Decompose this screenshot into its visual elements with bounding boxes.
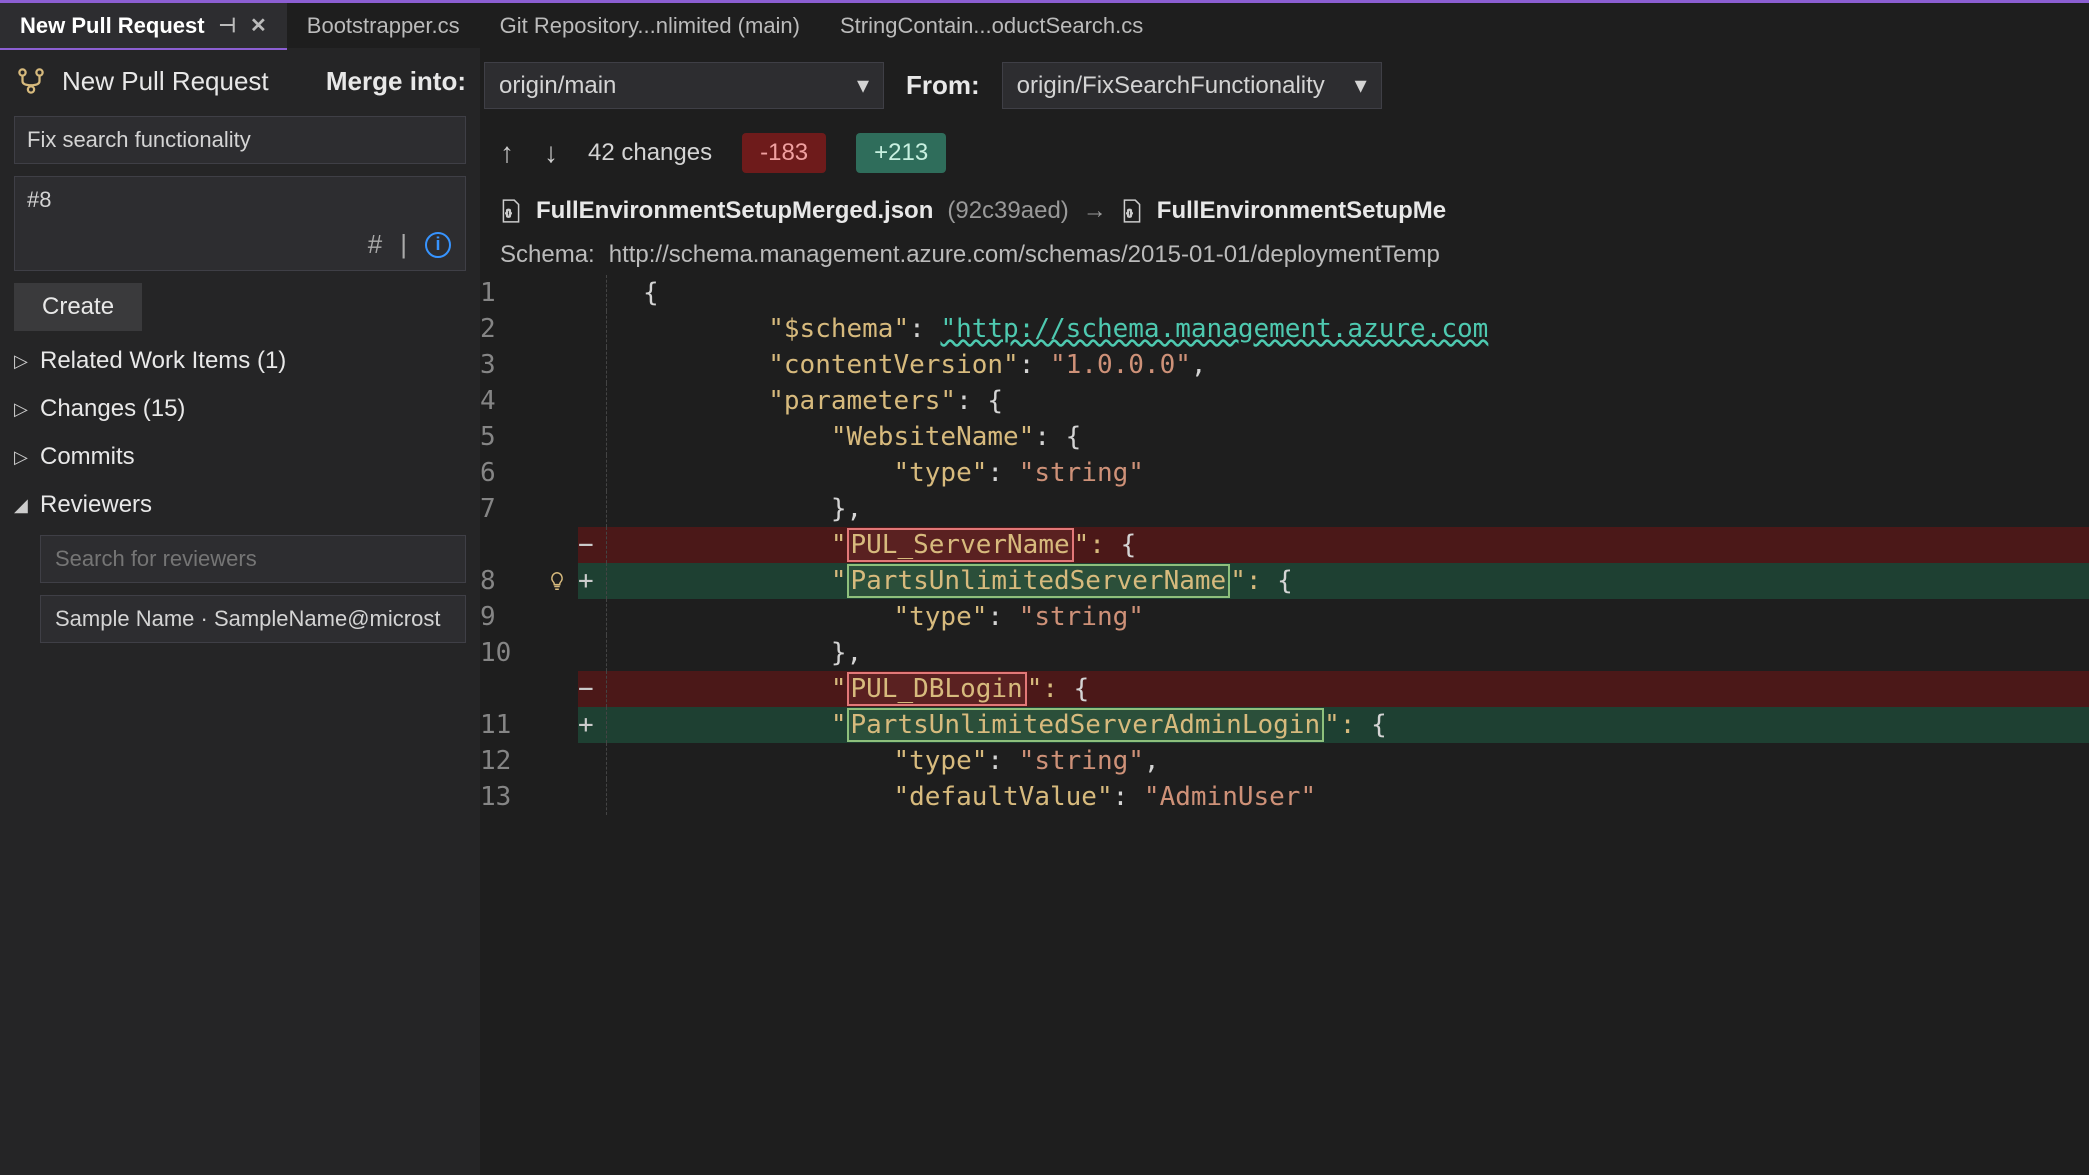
tree-changes[interactable]: ▷ Changes (15) [14, 391, 466, 427]
panel-title: New Pull Request [62, 66, 269, 97]
deletions-pill: -183 [742, 133, 826, 173]
chevron-down-icon: ▾ [1355, 71, 1367, 100]
chevron-down-icon: ▾ [857, 71, 869, 100]
tab-bar: New Pull Request ⊣ ✕ Bootstrapper.cs Git… [0, 0, 2089, 48]
json-file-icon: {} [1121, 198, 1143, 224]
merge-into-label: Merge into: [326, 66, 466, 97]
code-line[interactable]: }, [606, 491, 2089, 527]
pr-title-input[interactable] [14, 116, 466, 164]
diff-panel: origin/main ▾ From: origin/FixSearchFunc… [480, 48, 2089, 1175]
tree-related-work-items[interactable]: ▷ Related Work Items (1) [14, 343, 466, 379]
close-icon[interactable]: ✕ [250, 13, 267, 38]
from-value: origin/FixSearchFunctionality [1017, 72, 1325, 100]
code-line[interactable]: "contentVersion": "1.0.0.0", [606, 347, 2089, 383]
tree-label: Related Work Items (1) [40, 347, 286, 375]
chevron-down-icon: ◢ [14, 495, 32, 516]
schema-value[interactable]: http://schema.management.azure.com/schem… [609, 241, 1440, 269]
diff-editor[interactable]: 12345678910111213−+−+{ "$schema": "http:… [480, 275, 2089, 1175]
pr-icon [14, 64, 48, 98]
merge-into-dropdown[interactable]: origin/main ▾ [484, 62, 884, 109]
pr-description-box[interactable]: #8 # | i [14, 176, 466, 271]
tree-commits[interactable]: ▷ Commits [14, 439, 466, 475]
tab-bootstrapper[interactable]: Bootstrapper.cs [287, 3, 480, 48]
tab-new-pull-request[interactable]: New Pull Request ⊣ ✕ [0, 3, 287, 48]
from-label: From: [906, 70, 980, 101]
changes-count: 42 changes [588, 139, 712, 167]
file-left-name: FullEnvironmentSetupMerged.json [536, 197, 933, 225]
tree-reviewers[interactable]: ◢ Reviewers [14, 487, 466, 523]
prev-change-button[interactable]: ↑ [500, 137, 514, 169]
code-line[interactable]: "type": "string", [606, 743, 2089, 779]
code-line[interactable]: "defaultValue": "AdminUser" [606, 779, 2089, 815]
reviewer-search-input[interactable] [40, 535, 466, 583]
code-line[interactable]: "PUL_DBLogin": { [606, 671, 2089, 707]
create-button[interactable]: Create [14, 283, 142, 331]
tab-label: New Pull Request [20, 13, 205, 39]
code-line[interactable]: "parameters": { [606, 383, 2089, 419]
schema-label: Schema: [500, 241, 595, 269]
svg-text:{}: {} [1126, 207, 1132, 217]
tab-label: Bootstrapper.cs [307, 13, 460, 39]
additions-pill: +213 [856, 133, 946, 173]
svg-text:{}: {} [506, 207, 512, 217]
code-line[interactable]: "PartsUnlimitedServerName": { [606, 563, 2089, 599]
from-dropdown[interactable]: origin/FixSearchFunctionality ▾ [1002, 62, 1382, 109]
reviewer-item[interactable]: Sample Name · SampleName@microst [40, 595, 466, 643]
pin-icon[interactable]: ⊣ [219, 13, 236, 38]
code-line[interactable]: "type": "string" [606, 599, 2089, 635]
tree-label: Reviewers [40, 491, 152, 519]
json-file-icon: {} [500, 198, 522, 224]
tab-stringcontain[interactable]: StringContain...oductSearch.cs [820, 3, 1163, 48]
file-header: {} FullEnvironmentSetupMerged.json (92c3… [480, 187, 2089, 235]
code-line[interactable]: "PUL_ServerName": { [606, 527, 2089, 563]
hash-icon[interactable]: # [368, 229, 382, 260]
tab-label: StringContain...oductSearch.cs [840, 13, 1143, 39]
code-line[interactable]: "PartsUnlimitedServerAdminLogin": { [606, 707, 2089, 743]
code-line[interactable]: "$schema": "http://schema.management.azu… [606, 311, 2089, 347]
tree-label: Commits [40, 443, 135, 471]
file-right-name: FullEnvironmentSetupMe [1157, 197, 1446, 225]
pr-description-text[interactable]: #8 [15, 177, 465, 223]
tab-git-repository[interactable]: Git Repository...nlimited (main) [480, 3, 820, 48]
info-icon[interactable]: i [425, 232, 451, 258]
code-line[interactable]: "type": "string" [606, 455, 2089, 491]
tree-label: Changes (15) [40, 395, 185, 423]
pr-form-panel: New Pull Request Merge into: #8 # | i Cr… [0, 48, 480, 1175]
next-change-button[interactable]: ↓ [544, 137, 558, 169]
arrow-right-icon: → [1083, 197, 1107, 225]
chevron-right-icon: ▷ [14, 351, 32, 372]
tab-label: Git Repository...nlimited (main) [500, 13, 800, 39]
chevron-right-icon: ▷ [14, 447, 32, 468]
code-line[interactable]: { [606, 275, 2089, 311]
lightbulb-icon[interactable] [546, 570, 568, 592]
code-line[interactable]: "WebsiteName": { [606, 419, 2089, 455]
file-left-hash: (92c39aed) [947, 197, 1068, 225]
merge-into-value: origin/main [499, 72, 616, 100]
chevron-right-icon: ▷ [14, 399, 32, 420]
code-line[interactable]: }, [606, 635, 2089, 671]
pipe-icon: | [400, 229, 407, 260]
